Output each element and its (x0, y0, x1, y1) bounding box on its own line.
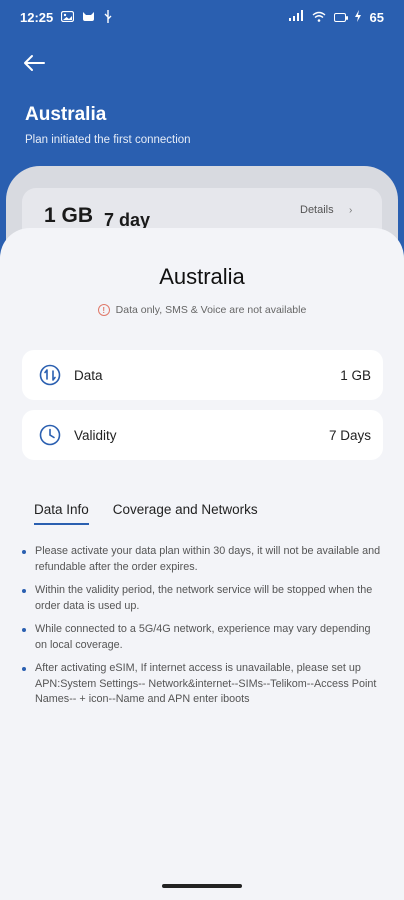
battery-icon (333, 12, 348, 22)
details-bottom-sheet: Australia ! Data only, SMS & Voice are n… (0, 228, 404, 900)
photo-icon (61, 10, 75, 24)
data-exchange-icon (38, 363, 62, 387)
data-label: Data (74, 367, 103, 383)
page-title: Australia (25, 104, 107, 125)
data-row: Data 1 GB (22, 350, 383, 400)
availability-notice: ! Data only, SMS & Voice are not availab… (0, 304, 404, 316)
status-time: 12:25 (20, 9, 54, 25)
tab-data-info[interactable]: Data Info (34, 502, 89, 525)
data-value: 1 GB (340, 367, 371, 383)
page-subtitle: Plan initiated the first connection (25, 134, 191, 146)
validity-row: Validity 7 Days (22, 410, 383, 460)
back-arrow-icon (24, 55, 45, 71)
list-item: While connected to a 5G/4G network, expe… (20, 622, 384, 653)
cat-icon (82, 11, 95, 24)
validity-label: Validity (74, 427, 117, 443)
list-item: Within the validity period, the network … (20, 583, 384, 614)
back-button[interactable] (22, 50, 52, 76)
home-indicator[interactable] (162, 884, 242, 888)
charging-icon (354, 10, 362, 24)
status-bar: 12:25 65 (0, 0, 404, 34)
plan-size: 1 GB (44, 204, 94, 227)
list-item: After activating eSIM, If internet acces… (20, 661, 384, 708)
battery-level: 65 (369, 9, 384, 25)
details-link[interactable]: Details (300, 204, 334, 216)
tab-coverage-networks[interactable]: Coverage and Networks (113, 502, 258, 525)
usb-icon (103, 9, 113, 25)
clock-icon (38, 423, 62, 447)
data-info-list: Please activate your data plan within 30… (20, 544, 384, 716)
list-item: Please activate your data plan within 30… (20, 544, 384, 575)
wifi-icon (312, 11, 326, 24)
info-icon: ! (97, 304, 110, 316)
validity-value: 7 Days (328, 427, 371, 443)
notice-text: Data only, SMS & Voice are not available (115, 304, 307, 316)
info-tabs: Data Info Coverage and Networks (34, 502, 258, 525)
chevron-right-icon: › (349, 205, 353, 216)
sheet-title: Australia (159, 264, 245, 289)
signal-icon (288, 10, 304, 24)
